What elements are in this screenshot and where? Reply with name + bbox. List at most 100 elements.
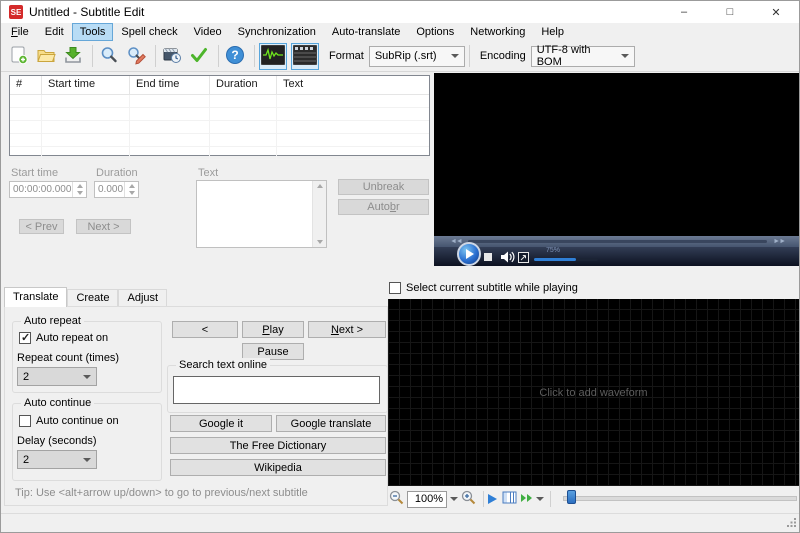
close-button[interactable]: ✕ (753, 1, 799, 23)
menu-help[interactable]: Help (533, 23, 572, 41)
back-button[interactable]: < (172, 321, 238, 338)
table-row[interactable] (10, 121, 429, 134)
waveform-position-slider[interactable] (563, 496, 797, 501)
playback-speed-button[interactable] (520, 492, 534, 507)
zoom-out-button[interactable] (388, 489, 405, 509)
chevron-down-icon (450, 497, 458, 501)
save-file-button[interactable] (61, 44, 85, 68)
menu-edit[interactable]: Edit (37, 23, 72, 41)
checkbox-unchecked-icon[interactable] (389, 282, 401, 294)
volume-slider[interactable]: 75% (534, 247, 604, 266)
play-icon (466, 249, 474, 259)
zoom-dropdown-arrow[interactable] (449, 497, 458, 501)
select-current-subtitle-checkbox[interactable]: Select current subtitle while playing (389, 282, 578, 294)
video-controls-bar: 75% (434, 242, 799, 266)
waveform-area[interactable]: Click to add waveform (388, 299, 799, 486)
menu-spell-check[interactable]: Spell check (113, 23, 185, 41)
auto-repeat-group-title: Auto repeat (21, 314, 84, 328)
speed-dropdown-arrow[interactable] (536, 497, 544, 501)
free-dictionary-button[interactable]: The Free Dictionary (170, 437, 386, 454)
waveform-play-button[interactable] (488, 494, 497, 504)
table-row[interactable] (10, 147, 429, 160)
spell-check-button[interactable] (187, 44, 211, 68)
maximize-button[interactable]: □ (707, 1, 753, 23)
menu-auto-translate[interactable]: Auto-translate (324, 23, 408, 41)
column-header-duration[interactable]: Duration (210, 76, 277, 94)
video-player[interactable]: ◄◄ ►► 75% (434, 73, 799, 266)
new-file-button[interactable] (7, 44, 31, 68)
spinner-up-icon (128, 183, 135, 188)
waveform-toggle-button[interactable] (259, 42, 287, 70)
new-file-icon (9, 45, 29, 68)
subtitle-text-area[interactable] (196, 180, 327, 248)
subtitle-list[interactable]: # Start time End time Duration Text (9, 75, 430, 160)
volume-speaker-icon[interactable] (500, 251, 515, 266)
duration-field[interactable]: 0.000 (94, 181, 139, 198)
menu-networking[interactable]: Networking (462, 23, 533, 41)
prev-subtitle-button[interactable]: < Prev (19, 219, 64, 234)
spinner-buttons[interactable] (124, 182, 138, 197)
table-row[interactable] (10, 134, 429, 147)
auto-br-button[interactable]: Auto br (338, 199, 429, 215)
tab-translate[interactable]: Translate (4, 287, 68, 307)
encoding-select[interactable]: UTF-8 with BOM (530, 44, 635, 68)
column-header-start-time[interactable]: Start time (42, 76, 130, 94)
spinner-buttons[interactable] (72, 182, 86, 197)
checkbox-checked-icon[interactable] (19, 331, 31, 344)
table-row[interactable] (10, 95, 429, 108)
video-seek-bar[interactable]: ◄◄ ►► (434, 236, 799, 247)
start-time-field[interactable]: 00:00:00.000 (9, 181, 87, 198)
menu-file[interactable]: File (3, 23, 37, 41)
waveform-zoom-select[interactable]: 100% (407, 490, 447, 508)
volume-fill (534, 258, 576, 261)
seek-groove[interactable] (468, 240, 767, 243)
fullscreen-icon[interactable] (518, 252, 529, 266)
checkbox-unchecked-icon[interactable] (19, 415, 31, 427)
google-translate-button[interactable]: Google translate (276, 415, 386, 432)
column-header-number[interactable]: # (10, 76, 42, 94)
fast-forward-icon[interactable]: ►► (773, 236, 786, 247)
zoom-in-button[interactable] (460, 489, 477, 509)
next-button[interactable]: Next > (308, 321, 386, 338)
status-bar (1, 513, 799, 532)
auto-continue-checkbox[interactable]: Auto continue on (19, 415, 119, 427)
format-select[interactable]: SubRip (.srt) (368, 45, 465, 67)
minimize-button[interactable]: – (661, 1, 707, 23)
tab-create[interactable]: Create (67, 289, 119, 306)
slider-thumb[interactable] (567, 490, 576, 504)
menu-options[interactable]: Options (408, 23, 462, 41)
menu-synchronization[interactable]: Synchronization (230, 23, 324, 41)
help-button[interactable]: ? (223, 44, 247, 68)
video-stop-button[interactable] (484, 253, 492, 261)
tab-adjust[interactable]: Adjust (118, 289, 168, 306)
search-text-input[interactable] (173, 376, 380, 404)
subtitle-text-label: Text (198, 167, 219, 179)
replace-button[interactable] (124, 44, 148, 68)
column-header-end-time[interactable]: End time (130, 76, 210, 94)
main-toolbar: ? Format SubRip (.srt) Encoding UTF-8 wi… (1, 41, 799, 72)
format-label: Format (329, 50, 364, 62)
menu-video[interactable]: Video (186, 23, 230, 41)
auto-repeat-checkbox[interactable]: Auto repeat on (19, 331, 108, 344)
chevron-down-icon (83, 457, 91, 462)
repeat-count-select[interactable]: 2 (17, 367, 97, 386)
video-play-button[interactable] (457, 242, 481, 266)
wikipedia-button[interactable]: Wikipedia (170, 459, 386, 476)
play-button[interactable]: Play (242, 321, 304, 338)
vertical-zoom-button[interactable] (502, 490, 518, 508)
text-scrollbar[interactable] (312, 181, 326, 247)
google-it-button[interactable]: Google it (170, 415, 272, 432)
table-row[interactable] (10, 108, 429, 121)
fix-common-errors-button[interactable] (160, 44, 184, 68)
find-button[interactable] (97, 44, 121, 68)
unbreak-button[interactable]: Unbreak (338, 179, 429, 195)
video-toggle-button[interactable] (291, 42, 319, 70)
next-subtitle-button[interactable]: Next > (76, 219, 131, 234)
menu-bar: File Edit Tools Spell check Video Synchr… (1, 23, 799, 41)
open-file-button[interactable] (34, 44, 58, 68)
column-header-text[interactable]: Text (277, 76, 429, 94)
resize-grip-icon[interactable] (787, 518, 797, 531)
delay-select[interactable]: 2 (17, 450, 97, 469)
menu-tools[interactable]: Tools (71, 23, 114, 41)
toolbar-separator (254, 45, 255, 67)
